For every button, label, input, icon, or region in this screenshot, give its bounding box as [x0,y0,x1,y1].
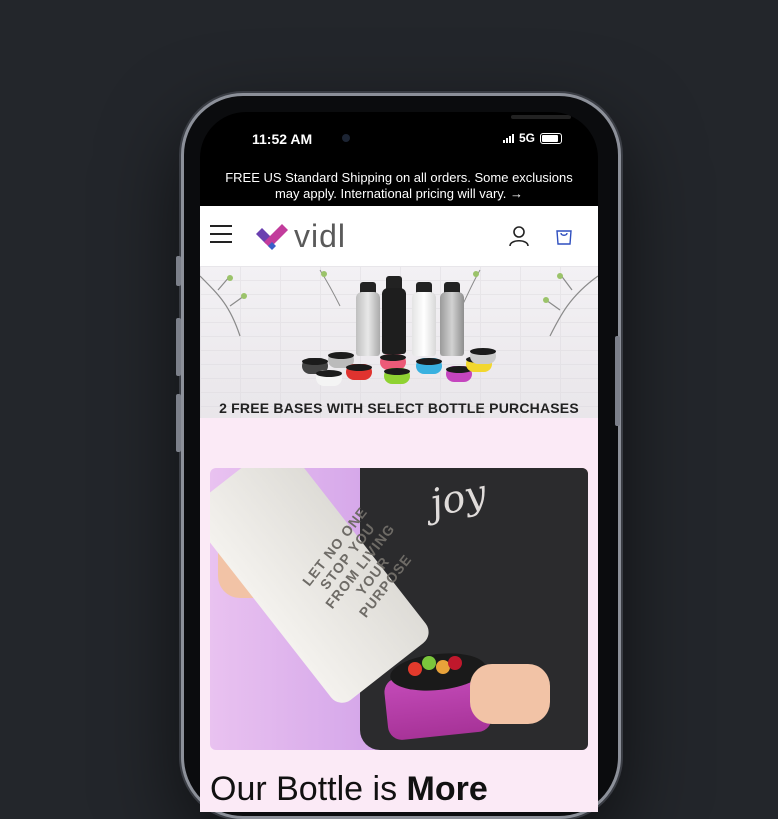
front-camera [342,134,350,142]
notch [339,112,571,142]
logo-wordmark: vidl [294,218,347,254]
banner-caption: 2 FREE BASES WITH SELECT BOTTLE PURCHASE… [219,400,579,416]
logo-mark-icon [256,223,288,250]
phone-frame: 11:52 AM 5G FREE US Standard Shipping on… [176,93,621,819]
hand-right [470,664,550,724]
battery-icon [540,132,562,144]
volume-down-button [176,394,181,452]
network-label: 5G [518,131,535,145]
base-green [384,368,410,384]
status-time: 11:52 AM [252,131,313,147]
speaker-grille [511,115,571,119]
power-button [615,336,620,426]
section-headline: Our Bottle is More [210,770,488,808]
account-icon[interactable] [508,225,530,247]
status-bar: 11:52 AM 5G [200,112,598,166]
phone-screen: 11:52 AM 5G FREE US Standard Shipping on… [200,112,598,812]
status-indicators: 5G [502,131,562,145]
base-blue [416,358,442,374]
bottle-black [382,288,406,354]
announcement-bar[interactable]: FREE US Standard Shipping on all orders.… [200,166,598,206]
promo-banner[interactable]: 2 FREE BASES WITH SELECT BOTTLE PURCHASE… [200,266,598,418]
base-silver [470,348,496,364]
announcement-text[interactable]: FREE US Standard Shipping on all orders.… [214,170,584,202]
volume-up-button [176,318,181,376]
cart-icon[interactable] [554,226,574,246]
signal-icon [502,133,514,143]
hamburger-menu-icon[interactable] [210,225,232,243]
mute-switch [176,256,181,286]
bottle-gray [356,292,380,356]
base-white [316,370,342,386]
bottle-steel [440,292,464,356]
hero-image: joy LET NO ONE STOP YOU FROM LIVING YOUR… [210,468,588,750]
bottle-white [412,292,436,356]
site-logo[interactable]: vidl [256,218,346,255]
base-red [346,364,372,380]
site-header: vidl [200,206,598,267]
